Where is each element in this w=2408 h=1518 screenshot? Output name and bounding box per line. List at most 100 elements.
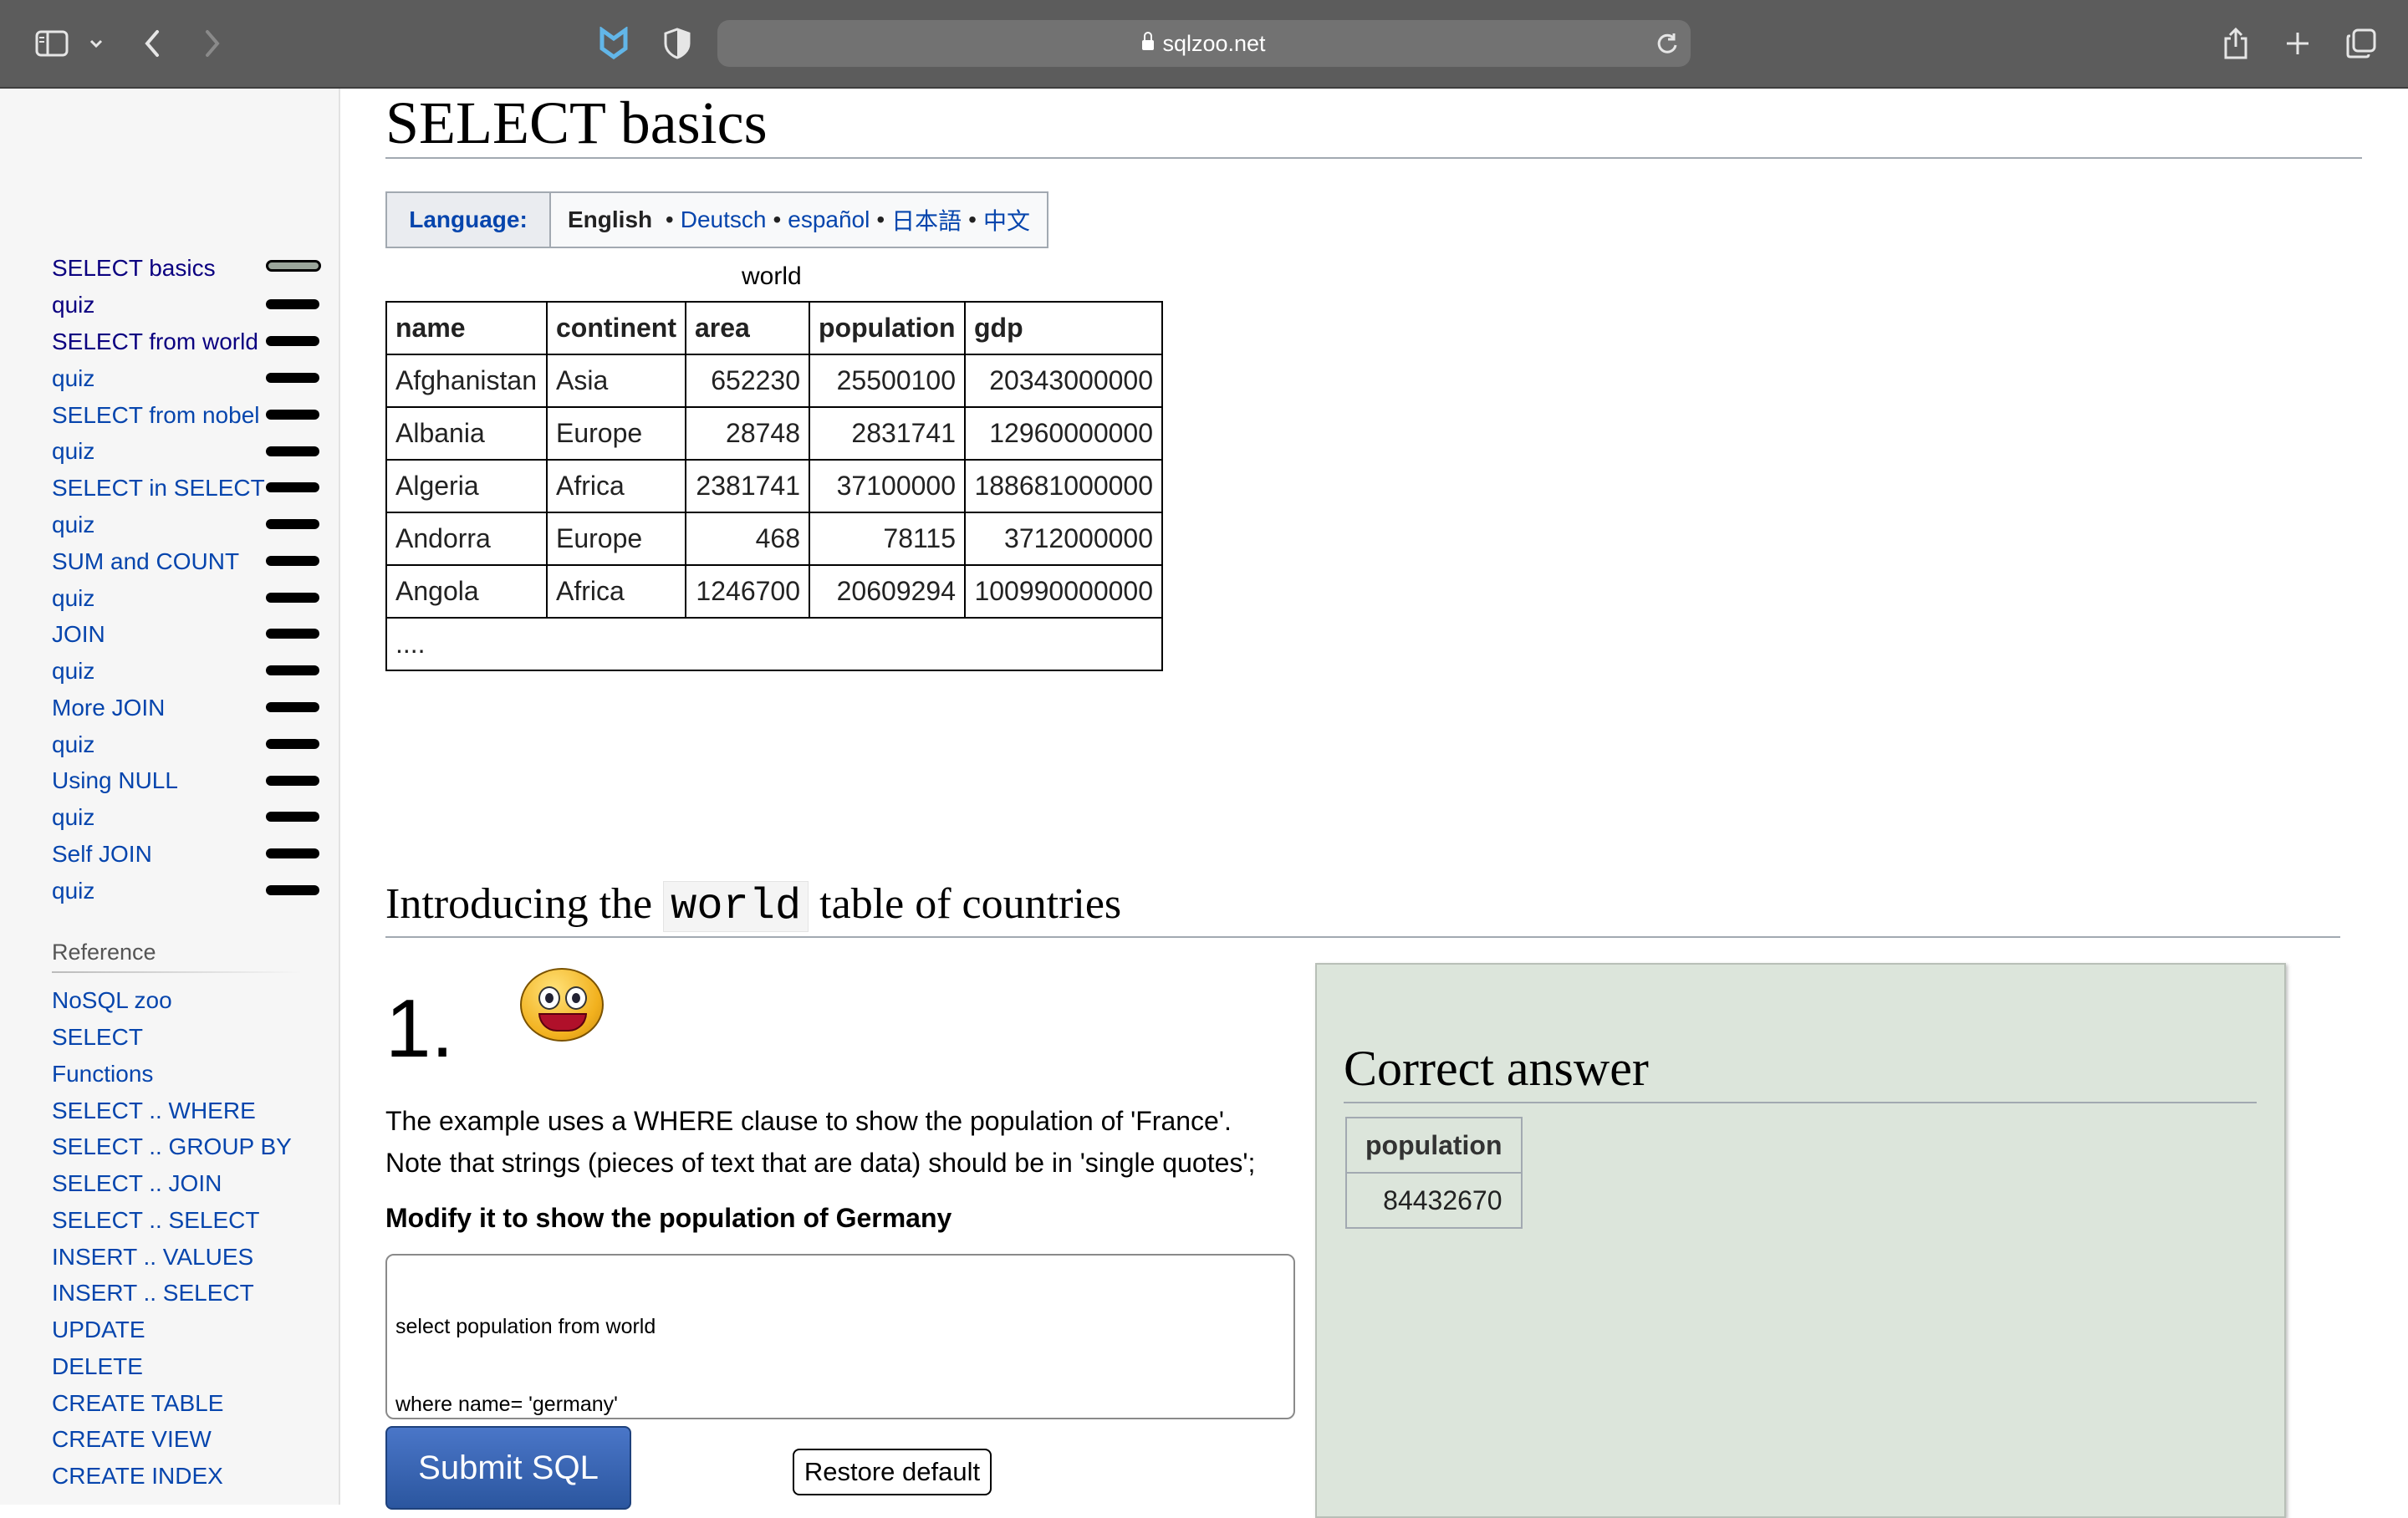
table-cell: Afghanistan	[385, 354, 548, 408]
reload-icon[interactable]	[1656, 32, 1679, 59]
tab-overview-icon[interactable]	[2343, 25, 2380, 62]
table-cell: 28748	[685, 406, 810, 461]
progress-indicator	[266, 739, 319, 749]
table-cell: Andorra	[385, 512, 548, 566]
question-number: 1.	[385, 982, 454, 1074]
table-cell: 37100000	[809, 459, 966, 513]
mouth-icon	[538, 1013, 587, 1032]
reference-link[interactable]: CREATE TABLE	[52, 1390, 223, 1417]
extension-shield-icon[interactable]	[597, 25, 630, 62]
reference-link[interactable]: CREATE VIEW	[52, 1426, 212, 1453]
progress-indicator	[266, 260, 321, 272]
progress-indicator	[266, 373, 319, 383]
question-text: Note that strings (pieces of text that a…	[385, 1148, 1256, 1178]
table-cell: 2831741	[809, 406, 966, 461]
language-link-chinese[interactable]: 中文	[983, 203, 1030, 237]
sidebar-item-quiz[interactable]: quiz	[52, 731, 94, 758]
sidebar-item-quiz[interactable]: quiz	[52, 585, 94, 612]
progress-indicator	[266, 629, 319, 639]
reference-divider	[52, 971, 303, 973]
progress-indicator	[266, 519, 319, 529]
table-header-row: population	[1345, 1117, 1523, 1174]
reference-link[interactable]: DELETE	[52, 1353, 143, 1380]
progress-indicator	[266, 665, 319, 675]
progress-indicator	[266, 776, 319, 786]
answer-title: Correct answer	[1344, 1041, 1649, 1096]
reference-link[interactable]: INSERT .. VALUES	[52, 1244, 253, 1271]
sidebar-item-select-basics[interactable]: SELECT basics	[52, 255, 216, 282]
sidebar-item-select-from-nobel[interactable]: SELECT from nobel	[52, 402, 260, 429]
sidebar-item-join[interactable]: JOIN	[52, 621, 105, 648]
table-cell: Europe	[546, 512, 686, 566]
progress-indicator	[266, 336, 319, 346]
sidebar-item-quiz[interactable]: quiz	[52, 365, 94, 392]
progress-indicator	[266, 848, 319, 858]
sql-editor[interactable]: select population from world where name=…	[385, 1254, 1295, 1419]
table-cell: 20343000000	[964, 354, 1163, 408]
share-icon[interactable]	[2219, 25, 2252, 62]
smiley-icon	[520, 968, 604, 1042]
back-icon[interactable]	[137, 25, 167, 62]
language-link-deutsch[interactable]: Deutsch	[681, 206, 767, 233]
language-link-espanol[interactable]: español	[788, 206, 870, 233]
restore-default-button[interactable]: Restore default	[793, 1449, 992, 1495]
sidebar-toggle-icon[interactable]	[33, 25, 70, 62]
sidebar-item-quiz[interactable]: quiz	[52, 878, 94, 904]
reference-link[interactable]: Functions	[52, 1061, 153, 1088]
progress-indicator	[266, 446, 319, 456]
progress-indicator	[266, 482, 319, 492]
forward-icon[interactable]	[197, 25, 227, 62]
lock-icon	[1142, 32, 1155, 50]
sidebar-item-quiz[interactable]: quiz	[52, 804, 94, 831]
separator: •	[968, 206, 977, 232]
chevron-down-icon[interactable]	[84, 25, 109, 62]
sidebar-item-sum-and-count[interactable]: SUM and COUNT	[52, 548, 239, 575]
reference-link[interactable]: INSERT .. SELECT	[52, 1280, 254, 1307]
table-row: Algeria Africa 2381741 37100000 18868100…	[385, 459, 1163, 513]
title-divider	[385, 157, 2362, 159]
table-cell: Algeria	[385, 459, 548, 513]
reference-heading: Reference	[52, 940, 156, 965]
sidebar-item-select-from-world[interactable]: SELECT from world	[52, 329, 258, 355]
table-cell: 100990000000	[964, 564, 1163, 619]
sidebar-item-using-null[interactable]: Using NULL	[52, 767, 178, 794]
table-cell: Angola	[385, 564, 548, 619]
sidebar-item-select-in-select[interactable]: SELECT in SELECT	[52, 475, 265, 502]
answer-table: population 84432670	[1345, 1117, 1523, 1229]
table-cell: 652230	[685, 354, 810, 408]
page-title: SELECT basics	[385, 89, 768, 156]
reference-link[interactable]: NoSQL zoo	[52, 987, 172, 1014]
table-cell: 12960000000	[964, 406, 1163, 461]
sidebar-item-quiz[interactable]: quiz	[52, 438, 94, 465]
sidebar-item-quiz[interactable]: quiz	[52, 292, 94, 318]
address-bar[interactable]: sqlzoo.net	[717, 20, 1691, 67]
sidebar-item-quiz[interactable]: quiz	[52, 658, 94, 685]
section-title-code: world	[663, 881, 809, 932]
column-header: population	[1345, 1117, 1523, 1174]
reference-link[interactable]: SELECT .. GROUP BY	[52, 1133, 292, 1160]
table-cell: Africa	[546, 564, 686, 619]
new-tab-icon[interactable]	[2281, 25, 2314, 62]
submit-sql-button[interactable]: Submit SQL	[385, 1426, 631, 1510]
reference-link[interactable]: CREATE INDEX	[52, 1463, 223, 1490]
language-link-japanese[interactable]: 日本語	[891, 203, 962, 237]
table-cell: 78115	[809, 512, 966, 566]
progress-indicator	[266, 299, 319, 309]
reference-link[interactable]: SELECT .. WHERE	[52, 1098, 256, 1124]
sidebar-item-self-join[interactable]: Self JOIN	[52, 841, 152, 868]
sidebar-item-more-join[interactable]: More JOIN	[52, 695, 165, 721]
sidebar-item-quiz[interactable]: quiz	[52, 512, 94, 538]
reference-link[interactable]: SELECT	[52, 1024, 143, 1051]
reference-link[interactable]: UPDATE	[52, 1317, 145, 1343]
progress-indicator	[266, 593, 319, 603]
reference-link[interactable]: SELECT .. SELECT	[52, 1207, 259, 1234]
reference-link[interactable]: SELECT .. JOIN	[52, 1170, 222, 1197]
world-table-caption: world	[742, 262, 802, 290]
sql-line: where name= 'germany'	[395, 1393, 618, 1416]
section-title: Introducing the world table of countries	[385, 879, 1121, 932]
privacy-shield-icon[interactable]	[661, 25, 694, 62]
sql-line: select population from world	[395, 1315, 656, 1338]
column-header: population	[809, 301, 966, 355]
column-header: name	[385, 301, 548, 355]
table-cell: 1246700	[685, 564, 810, 619]
